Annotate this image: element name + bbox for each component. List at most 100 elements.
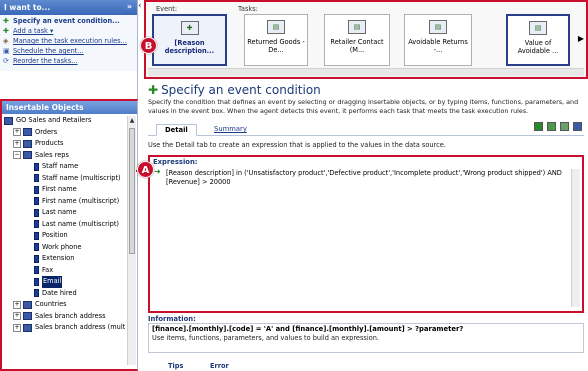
event-condition-icon: ✚	[148, 83, 159, 97]
query-subject-icon	[23, 139, 32, 148]
task-specify-event[interactable]: ✚ Specify an event condition...	[3, 17, 134, 26]
task-icon: ▤	[348, 20, 366, 34]
tree-node[interactable]: Position	[4, 230, 137, 242]
task-list: ✚ Specify an event condition... ✚ Add a …	[0, 15, 137, 71]
tab-errors[interactable]: Error	[204, 361, 235, 371]
tree-node-label: Sales branch address	[35, 311, 106, 320]
tree-node[interactable]: + Countries	[4, 299, 137, 311]
tree-node[interactable]: First name	[4, 184, 137, 196]
query-subject-icon	[23, 128, 32, 137]
task-schedule[interactable]: ▣ Schedule the agent...	[3, 47, 134, 56]
event-label: Event:	[156, 5, 178, 13]
task-reorder[interactable]: ⟳ Reorder the tasks...	[3, 57, 134, 66]
expand-icon[interactable]: +	[13, 300, 21, 309]
expand-icon[interactable]: +	[13, 312, 21, 321]
tree-node[interactable]: GO Sales and Retailers	[4, 115, 137, 127]
expand-icon[interactable]: +	[13, 128, 21, 137]
insert-icon[interactable]	[547, 122, 556, 131]
tree-node[interactable]: Extension	[4, 253, 137, 265]
tree-node[interactable]: + Orders	[4, 127, 137, 139]
insertable-objects-tree: GO Sales and Retailers + Orders + Products − S…	[2, 114, 137, 367]
task-icon: ▤	[267, 20, 285, 34]
tab-tips[interactable]: Tips	[162, 361, 190, 371]
tree-node[interactable]: Work phone	[4, 242, 137, 254]
tree-node[interactable]: + Sales branch address (mult	[4, 322, 137, 334]
tree-node-label: Products	[35, 139, 64, 147]
tree-node[interactable]: Last name	[4, 207, 137, 219]
scroll-right-icon[interactable]: ▶	[578, 34, 584, 43]
scroll-up-icon[interactable]: ▲	[128, 116, 136, 125]
tree-node[interactable]: Staff name (multiscript)	[4, 173, 137, 185]
tree-node[interactable]: First name (multiscript)	[4, 196, 137, 208]
add-event-icon: ✚	[3, 17, 9, 25]
tab-detail[interactable]: Detail	[156, 124, 197, 136]
event-card[interactable]: ✚ [Reason description...	[152, 14, 227, 66]
tree-node-label: Sales branch address (mult	[35, 323, 126, 331]
query-item-icon	[34, 231, 39, 240]
information-example: [finance].[monthly].[code] = 'A' and [fi…	[152, 325, 464, 333]
tree-node-label: Last name	[42, 208, 77, 216]
tree-node-label: Work phone	[42, 242, 82, 251]
i-want-to-header[interactable]: I want to... »	[0, 0, 137, 15]
tree-scrollbar[interactable]: ▲	[127, 116, 136, 365]
collapse-icon[interactable]: −	[13, 151, 21, 160]
expression-box[interactable]: Expression: ➜ [Reason description] in ('…	[148, 155, 584, 313]
query-item-icon	[34, 185, 39, 194]
layout-icon[interactable]	[573, 122, 582, 131]
query-item-icon	[34, 197, 39, 206]
task-manage-rules[interactable]: ◈ Manage the task execution rules...	[3, 37, 134, 46]
tree-node[interactable]: Email	[4, 276, 137, 288]
tree-node-label: GO Sales and Retailers	[16, 116, 92, 124]
tree-node[interactable]: Last name (multiscript)	[4, 219, 137, 231]
task-card-label: Value of Avoidable ...	[517, 39, 559, 55]
tree-node[interactable]: Fax	[4, 265, 137, 277]
page-description: Specify the condition that defines an ev…	[148, 98, 579, 115]
tree-node-label: Position	[42, 231, 68, 239]
tree-node-label: First name (multiscript)	[42, 196, 120, 205]
tree-node[interactable]: − Sales reps	[4, 150, 137, 162]
add-task-icon: ✚	[3, 27, 9, 35]
task-card-retailer-contact[interactable]: ▤ Retailer Contact (M...	[324, 14, 390, 66]
tree-node[interactable]: Staff name	[4, 161, 137, 173]
tree-node[interactable]: Date hired	[4, 288, 137, 300]
task-card-returned-goods[interactable]: ▤ Returned Goods - De...	[244, 14, 308, 66]
task-add-task[interactable]: ✚ Add a task ▾	[3, 27, 134, 36]
query-item-icon	[34, 174, 39, 183]
event-icon: ✚	[180, 21, 199, 35]
tree-node[interactable]: + Sales branch address	[4, 311, 137, 323]
task-icon: ▤	[429, 20, 447, 34]
event-task-bar: Event: Tasks: ✚ [Reason description... ▤…	[144, 0, 588, 79]
validate-icon[interactable]	[534, 122, 543, 131]
query-item-icon	[34, 220, 39, 229]
properties-icon[interactable]	[560, 122, 569, 131]
reorder-icon: ⟳	[3, 57, 9, 65]
expand-icon[interactable]: +	[13, 323, 21, 332]
tree-node-label: Fax	[42, 265, 54, 274]
taskbar-scrollbar[interactable]	[148, 68, 584, 76]
task-add-task-label[interactable]: Add a task ▾	[13, 27, 53, 36]
tab-summary[interactable]: Summary	[206, 124, 255, 136]
i-want-to-title: I want to...	[4, 3, 51, 12]
main-area: ✚ Specify an event condition Specify the …	[144, 79, 588, 371]
task-specify-event-label[interactable]: Specify an event condition...	[13, 17, 120, 26]
task-reorder-label[interactable]: Reorder the tasks...	[13, 57, 78, 66]
callout-badge-a: A	[137, 161, 154, 178]
tree-scroll-thumb[interactable]	[129, 128, 135, 254]
tree-node-label: Extension	[42, 254, 75, 262]
event-card-label: [Reason description...	[164, 39, 215, 55]
tree-node-label: First name	[42, 185, 77, 193]
expression-editor[interactable]: ➜ [Reason description] in ('Unsatisfacto…	[152, 167, 570, 307]
tree-node[interactable]: + Products	[4, 138, 137, 150]
expand-icon[interactable]: +	[13, 139, 21, 148]
collapse-chevron-icon[interactable]: »	[127, 2, 132, 11]
expression-text: [Reason description] in ('Unsatisfactory…	[166, 169, 562, 186]
task-schedule-label[interactable]: Schedule the agent...	[13, 47, 84, 56]
task-card-avoidable-returns[interactable]: ▤ Avoidable Returns -...	[404, 14, 472, 66]
page-title-text: Specify an event condition	[161, 83, 321, 97]
query-item-icon	[34, 266, 39, 275]
tree-node-label: Date hired	[42, 288, 77, 297]
go-arrow-icon: ➜	[154, 167, 161, 176]
task-manage-rules-label[interactable]: Manage the task execution rules...	[13, 37, 127, 46]
task-card-value-avoidable[interactable]: ▤ Value of Avoidable ...	[506, 14, 570, 66]
expression-scrollbar[interactable]	[571, 169, 580, 307]
